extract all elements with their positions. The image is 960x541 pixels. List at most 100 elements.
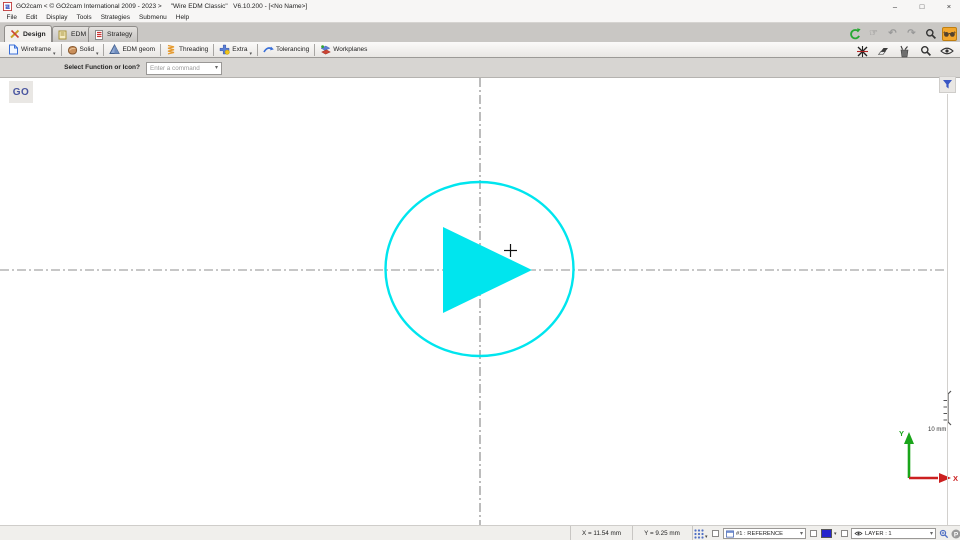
reference-icon: [726, 530, 734, 538]
window-title: GO2cam < © GO2cam International 2009 - 2…: [16, 3, 307, 10]
layer-value: LAYER : 1: [865, 531, 892, 537]
drawing-canvas[interactable]: 10 mm Y X: [0, 78, 960, 525]
tab-design-label: Design: [23, 31, 46, 38]
layer-eye-icon: [854, 530, 863, 537]
tab-strip: Design EDM Strategy ☞ ↶: [0, 23, 960, 42]
color-swatch[interactable]: [821, 529, 832, 538]
pointer-select-icon[interactable]: ☞: [866, 27, 881, 41]
threading-button[interactable]: Threading: [162, 43, 212, 56]
toolbar-separator: [61, 44, 62, 56]
grid-snap-caret[interactable]: ▾: [705, 534, 708, 540]
zoom-window-icon[interactable]: [918, 44, 933, 58]
close-button[interactable]: ×: [944, 2, 954, 11]
solid-icon: [67, 44, 78, 55]
filter-funnel-icon: [942, 79, 953, 90]
command-input-placeholder: Enter a command: [150, 65, 200, 72]
chevron-down-icon[interactable]: ▾: [215, 65, 218, 71]
view-icons-row1: ☞ ↶ ↷: [847, 26, 957, 41]
axis-triad: Y X: [899, 429, 958, 483]
view-icons-row2: [855, 44, 954, 58]
tab-edm-label: EDM: [71, 31, 86, 38]
chevron-down-icon[interactable]: ▾: [930, 531, 933, 537]
park-icon[interactable]: P: [951, 529, 960, 541]
command-prompt-label: Select Function or Icon?: [0, 64, 140, 71]
color-checkbox[interactable]: [810, 530, 817, 537]
toolbar: Wireframe ▾ Solid ▾ EDM geom Threading E…: [0, 42, 960, 58]
y-coordinate-readout: Y = 9.25 mm: [632, 526, 693, 540]
command-input[interactable]: Enter a command ▾: [146, 62, 222, 75]
chevron-down-icon[interactable]: ▾: [800, 531, 803, 537]
park-label: P: [954, 531, 959, 538]
edm-geom-icon: [109, 44, 120, 55]
toolbar-separator: [314, 44, 315, 56]
menu-edit[interactable]: Edit: [21, 14, 41, 21]
menu-strategies[interactable]: Strategies: [96, 14, 134, 21]
app-icon: [3, 2, 12, 11]
geometry-triangle[interactable]: [443, 227, 532, 313]
trash-bucket-icon[interactable]: [897, 44, 912, 58]
extra-dropdown-caret[interactable]: ▾: [249, 52, 252, 56]
grid-snap-icon[interactable]: [694, 529, 704, 541]
hide-entities-icon[interactable]: [855, 44, 870, 58]
solid-button[interactable]: Solid ▾: [63, 43, 103, 56]
title-bar: GO2cam < © GO2cam International 2009 - 2…: [0, 0, 960, 12]
toolbar-separator: [160, 44, 161, 56]
window-controls: – □ ×: [890, 0, 954, 12]
layer-checkbox[interactable]: [841, 530, 848, 537]
workplanes-button[interactable]: Workplanes: [316, 43, 371, 56]
go-logo-button[interactable]: GO: [9, 81, 33, 103]
redo-icon[interactable]: ↷: [904, 27, 919, 41]
layer-select[interactable]: LAYER : 1 ▾: [851, 528, 936, 539]
visibility-eye-icon[interactable]: [939, 44, 954, 58]
drawing-area[interactable]: 10 mm Y X GO: [0, 78, 960, 525]
wireframe-icon: [8, 44, 19, 55]
minimize-button[interactable]: –: [890, 2, 900, 11]
tab-design[interactable]: Design: [4, 25, 52, 42]
edm-page-icon: [58, 30, 68, 40]
cursor-crosshair: [504, 244, 517, 257]
tolerancing-button[interactable]: Tolerancing: [259, 43, 313, 56]
menu-help[interactable]: Help: [171, 14, 193, 21]
color-swatch-caret[interactable]: ▾: [834, 531, 837, 537]
toolbar-separator: [103, 44, 104, 56]
tab-strategy-label: Strategy: [107, 31, 132, 38]
undo-icon[interactable]: ↶: [885, 27, 900, 41]
extra-icon: [219, 44, 230, 55]
maximize-button[interactable]: □: [917, 2, 927, 11]
toolbar-separator: [213, 44, 214, 56]
wireframe-button[interactable]: Wireframe ▾: [4, 43, 60, 56]
menu-display[interactable]: Display: [42, 14, 72, 21]
x-axis-arrowhead: [939, 473, 951, 483]
x-coordinate-readout: X = 11.54 mm: [570, 526, 633, 540]
command-bar: Select Function or Icon? Enter a command…: [0, 58, 960, 78]
menu-file[interactable]: File: [2, 14, 21, 21]
zoom-plus-icon[interactable]: [939, 529, 949, 541]
menu-tools[interactable]: Tools: [72, 14, 96, 21]
design-tools-icon: [10, 29, 20, 39]
extra-button[interactable]: Extra ▾: [215, 43, 256, 56]
tab-strategy[interactable]: Strategy: [88, 26, 138, 42]
zoom-icon[interactable]: [923, 27, 938, 41]
filter-button[interactable]: [939, 76, 956, 93]
menu-submenu[interactable]: Submenu: [134, 14, 171, 21]
regenerate-icon[interactable]: [847, 27, 862, 41]
edm-geom-button[interactable]: EDM geom: [105, 43, 159, 56]
wireframe-dropdown-caret[interactable]: ▾: [53, 52, 56, 56]
workplanes-icon: [320, 44, 331, 55]
solid-dropdown-caret[interactable]: ▾: [96, 52, 99, 56]
y-axis-arrowhead: [904, 432, 914, 444]
eraser-icon[interactable]: [876, 44, 891, 58]
tolerancing-label: Tolerancing: [276, 46, 309, 53]
extra-label: Extra: [232, 46, 247, 53]
view-glasses-icon[interactable]: [942, 27, 957, 41]
tab-edm[interactable]: EDM: [52, 26, 92, 42]
menu-bar: File Edit Display Tools Strategies Subme…: [0, 12, 960, 23]
reference-select[interactable]: #1 : REFERENCE ▾: [723, 528, 806, 539]
threading-icon: [166, 44, 177, 55]
threading-label: Threading: [179, 46, 208, 53]
side-panel-divider: [947, 94, 948, 525]
reference-checkbox[interactable]: [712, 530, 719, 537]
tolerancing-icon: [263, 44, 274, 55]
reference-value: #1 : REFERENCE: [736, 531, 783, 537]
wireframe-label: Wireframe: [21, 46, 51, 53]
